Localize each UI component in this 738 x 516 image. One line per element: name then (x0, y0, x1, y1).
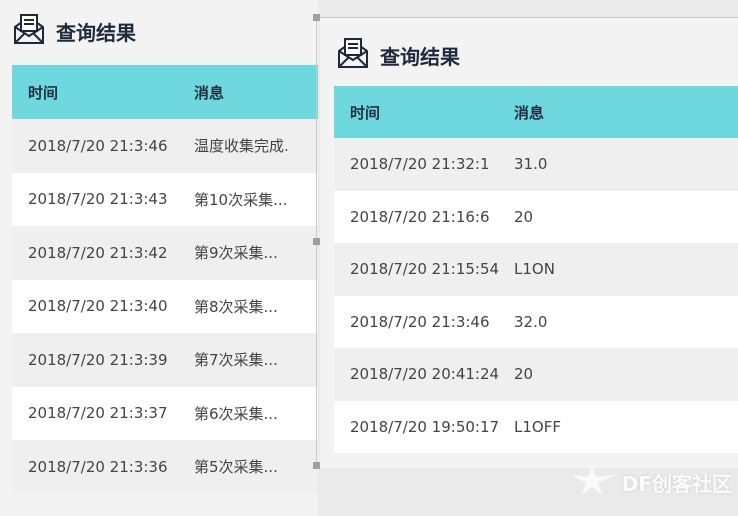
resize-handle-left[interactable] (313, 238, 320, 245)
table-row[interactable]: 2018/7/20 21:32:1 31.0 (334, 138, 738, 191)
left-panel-header: 查询结果 (12, 12, 136, 50)
cell-time: 2018/7/20 21:3:40 (28, 297, 168, 316)
cell-time: 2018/7/20 21:3:39 (28, 350, 168, 369)
watermark: DF创客社区 (570, 463, 732, 502)
table-row[interactable]: 2018/7/20 19:50:17 L1OFF (334, 400, 738, 453)
cell-time: 2018/7/20 19:50:17 (350, 417, 500, 436)
table-row[interactable]: 2018/7/20 21:16:6 20 (334, 190, 738, 243)
resize-handle-top-left[interactable] (313, 14, 320, 21)
cell-message: 第8次采集... (194, 297, 278, 316)
page-title: 查询结果 (56, 20, 136, 45)
cell-time: 2018/7/20 21:15:54 (350, 260, 500, 279)
cell-time: 2018/7/20 21:32:1 (350, 155, 490, 174)
results-table: 时间 消息 2018/7/20 21:32:1 31.0 2018/7/20 2… (334, 86, 738, 453)
table-row[interactable]: 2018/7/20 21:3:46 32.0 (334, 295, 738, 348)
table-row[interactable]: 2018/7/20 21:3:36 第5次采集... (12, 440, 318, 494)
cell-time: 2018/7/20 21:3:43 (28, 190, 168, 209)
results-table: 时间 消息 2018/7/20 21:3:46 温度收集完成. 2018/7/2… (12, 65, 318, 494)
cell-time: 2018/7/20 21:3:46 (350, 312, 490, 331)
resize-handle-bottom-left[interactable] (313, 462, 320, 469)
cell-message: L1ON (514, 260, 555, 279)
cell-message: 31.0 (514, 155, 548, 174)
cell-message: 20 (514, 207, 534, 226)
cell-message: 20 (514, 365, 534, 384)
cell-message: 第7次采集... (194, 351, 278, 370)
column-header-message: 消息 (514, 103, 545, 122)
cell-message: L1OFF (514, 417, 561, 436)
right-query-panel[interactable]: 查询结果 时间 消息 2018/7/20 21:32:1 31.0 2018/7… (320, 18, 738, 468)
right-panel-header: 查询结果 (336, 36, 460, 74)
cell-message: 第5次采集... (194, 458, 278, 477)
cell-message: 温度收集完成. (194, 137, 289, 156)
table-row[interactable]: 2018/7/20 20:41:24 20 (334, 348, 738, 401)
table-row[interactable]: 2018/7/20 21:3:43 第10次采集... (12, 172, 318, 226)
table-header: 时间 消息 (334, 86, 738, 138)
left-query-panel: 查询结果 时间 消息 2018/7/20 21:3:46 温度收集完成. 201… (0, 0, 318, 516)
column-header-time: 时间 (28, 83, 59, 102)
mail-list-icon (336, 36, 380, 74)
cell-time: 2018/7/20 21:3:37 (28, 404, 168, 423)
cell-message: 第9次采集... (194, 244, 278, 263)
cell-message: 32.0 (514, 312, 548, 331)
table-row[interactable]: 2018/7/20 21:15:54 L1ON (334, 243, 738, 296)
cell-time: 2018/7/20 21:16:6 (350, 207, 490, 226)
table-row[interactable]: 2018/7/20 21:3:39 第7次采集... (12, 333, 318, 387)
column-header-time: 时间 (350, 103, 381, 122)
table-row[interactable]: 2018/7/20 21:3:37 第6次采集... (12, 386, 318, 440)
cell-message: 第10次采集... (194, 190, 288, 209)
cell-message: 第6次采集... (194, 404, 278, 423)
cell-time: 2018/7/20 20:41:24 (350, 365, 500, 384)
column-header-message: 消息 (194, 83, 225, 102)
cell-time: 2018/7/20 21:3:46 (28, 136, 168, 155)
watermark-text: DF创客社区 (621, 472, 732, 496)
bird-logo-icon (570, 463, 622, 502)
table-row[interactable]: 2018/7/20 21:3:40 第8次采集... (12, 279, 318, 333)
page-title: 查询结果 (380, 44, 460, 69)
table-header: 时间 消息 (12, 65, 318, 119)
table-row[interactable]: 2018/7/20 21:3:46 温度收集完成. (12, 119, 318, 173)
table-row[interactable]: 2018/7/20 21:3:42 第9次采集... (12, 226, 318, 280)
cell-time: 2018/7/20 21:3:42 (28, 243, 168, 262)
cell-time: 2018/7/20 21:3:36 (28, 457, 168, 476)
mail-list-icon (12, 12, 56, 50)
